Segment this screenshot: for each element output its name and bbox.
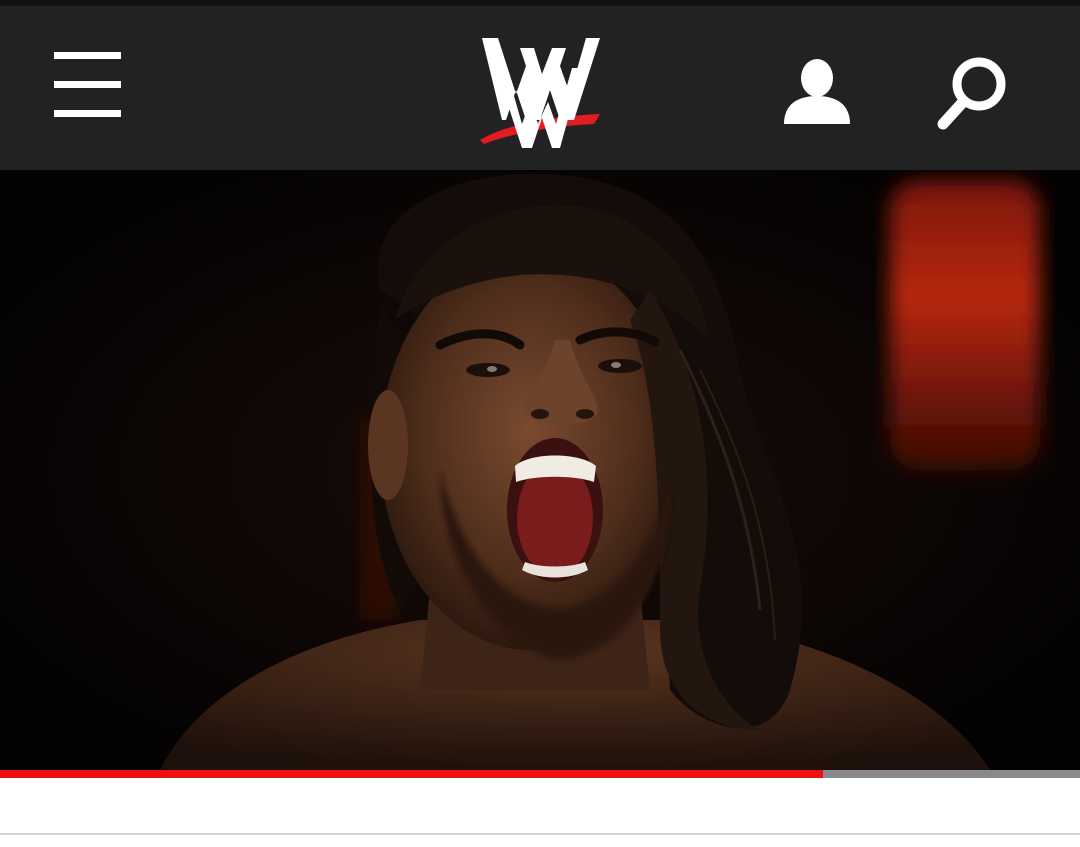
divider [0,833,1080,835]
video-player[interactable] [0,170,1080,770]
menu-button[interactable] [54,52,122,120]
hamburger-menu-icon-bar [54,81,121,88]
search-icon[interactable] [935,56,1007,130]
video-progress-fill [0,770,823,778]
hamburger-menu-icon [54,52,121,59]
hamburger-menu-icon-bar [54,110,121,117]
content-area [0,778,1080,834]
hero-video-frame [0,170,1080,770]
wwe-logo[interactable] [476,28,604,154]
user-account-icon[interactable] [782,56,852,128]
site-header [0,6,1080,170]
video-progress-track[interactable] [0,770,1080,778]
